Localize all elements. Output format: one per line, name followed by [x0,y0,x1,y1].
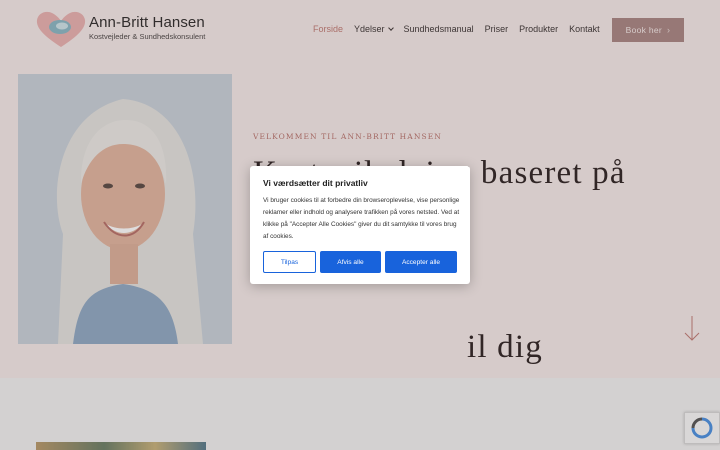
reject-all-button[interactable]: Afvis alle [320,251,381,273]
accept-all-button[interactable]: Accepter alle [385,251,457,273]
customize-button[interactable]: Tilpas [263,251,316,273]
cookie-description: Vi bruger cookies til at forbedre din br… [263,197,460,240]
page: Ann-Britt Hansen Kostvejleder & Sundheds… [0,0,720,450]
cookie-title: Vi værdsætter dit privatliv [263,178,368,188]
cookie-consent-dialog: Vi værdsætter dit privatliv Vi bruger co… [250,166,470,284]
